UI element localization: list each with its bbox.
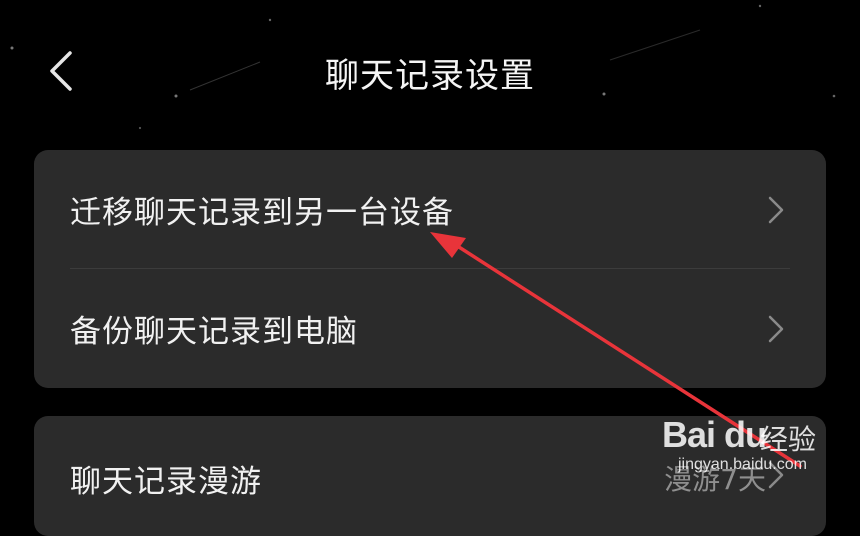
list-item-label: 聊天记录漫游 [70, 464, 262, 500]
list-item-migrate-chat-history[interactable]: 迁移聊天记录到另一台设备 [34, 150, 826, 269]
watermark-url: jingyan.baidu.com [678, 456, 807, 473]
watermark-text: 经验 [760, 423, 817, 456]
watermark-logo: Bai du [662, 414, 767, 455]
list-item-label: 迁移聊天记录到另一台设备 [70, 195, 454, 231]
baidu-jingyan-watermark: Bai du 经验 jingyan.baidu.com [660, 400, 860, 493]
list-item-backup-to-computer[interactable]: 备份聊天记录到电脑 [34, 269, 826, 388]
chevron-right-icon [768, 315, 784, 342]
top-bar: 聊天记录设置 [0, 0, 860, 140]
settings-card-migration: 迁移聊天记录到另一台设备 备份聊天记录到电脑 [34, 150, 826, 388]
chevron-right-icon [768, 196, 784, 223]
page-title: 聊天记录设置 [325, 56, 535, 96]
list-item-label: 备份聊天记录到电脑 [70, 314, 358, 350]
